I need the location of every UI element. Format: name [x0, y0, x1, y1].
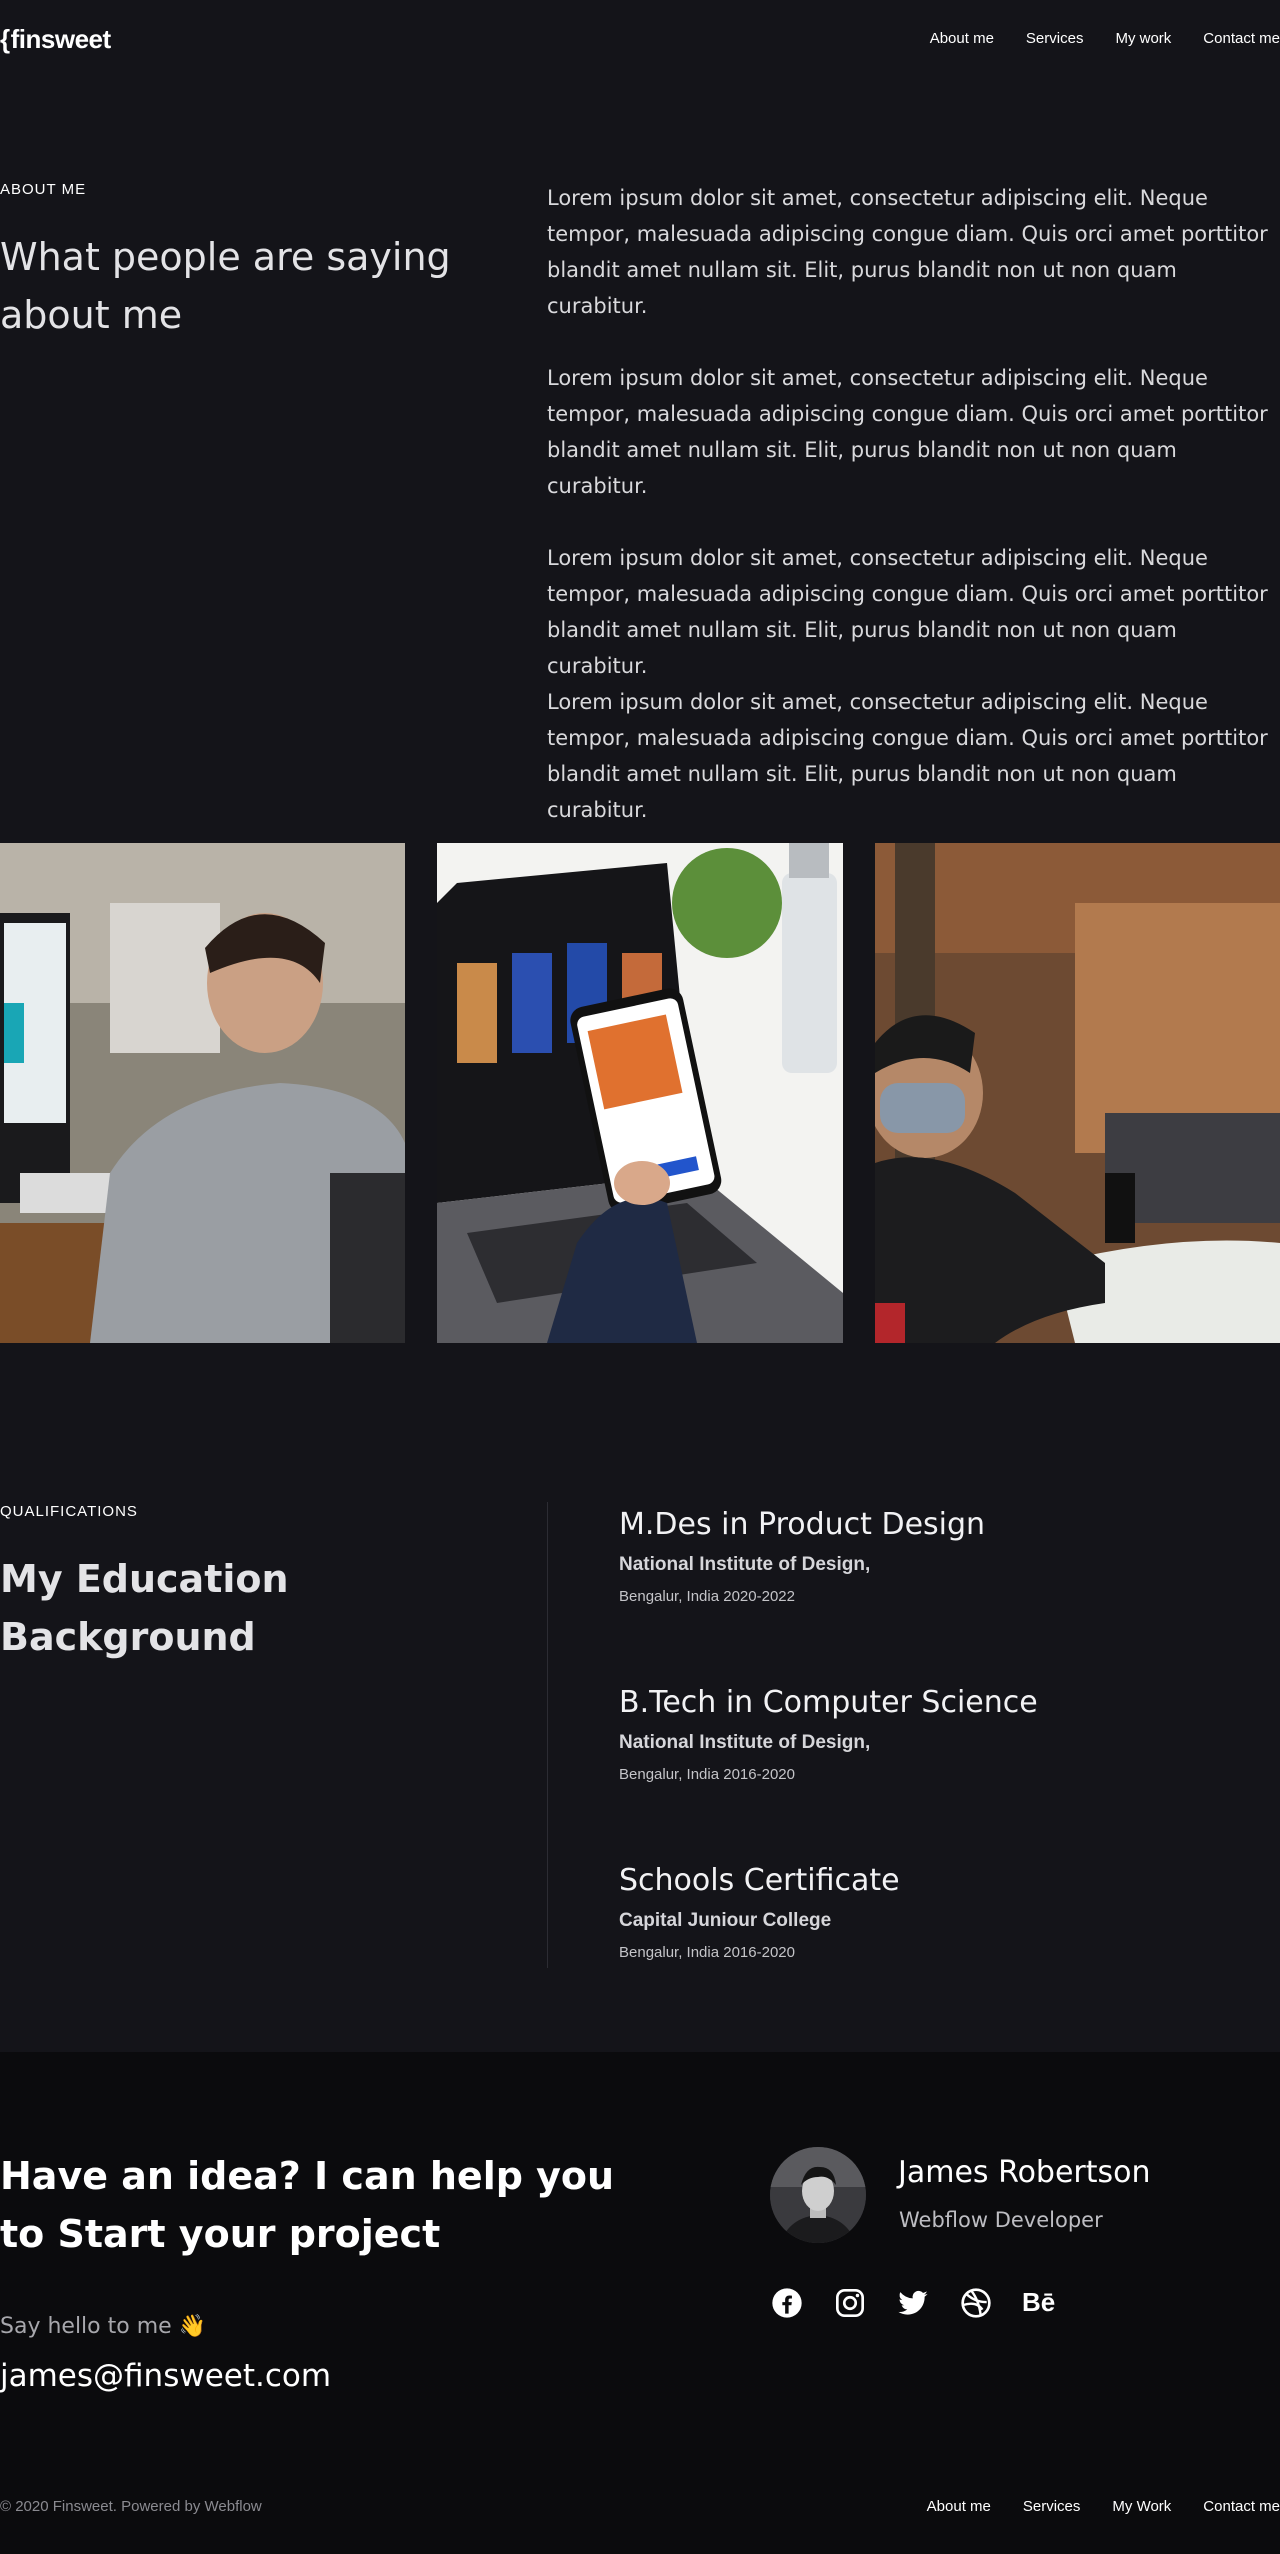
avatar [770, 2147, 866, 2243]
profile-role: Webflow Developer [899, 2208, 1103, 2232]
twitter-icon[interactable] [896, 2286, 929, 2319]
social-links: Bē [770, 2286, 1055, 2319]
photo-gallery [0, 843, 1280, 1343]
phone-and-laptop-photo [437, 843, 843, 1343]
education-item: B.Tech in Computer Science National Inst… [619, 1684, 1280, 1783]
nav-link-services[interactable]: Services [1026, 30, 1084, 47]
footer-link-my-work[interactable]: My Work [1112, 2498, 1171, 2515]
nav-link-contact[interactable]: Contact me [1203, 30, 1280, 47]
copyright-text: © 2020 Finsweet. Powered by Webflow [0, 2498, 262, 2515]
contact-cta: Have an idea? I can help you to Start yo… [0, 2154, 615, 2256]
about-body: Lorem ipsum dolor sit amet, consectetur … [547, 180, 1280, 828]
footer-link-contact[interactable]: Contact me [1203, 2498, 1280, 2515]
footer-links: About me Services My Work Contact me [927, 2498, 1280, 2515]
page: {finsweet About me Services My work Cont… [0, 0, 1280, 2554]
about-paragraph: Lorem ipsum dolor sit amet, consectetur … [547, 546, 1268, 678]
dribbble-icon[interactable] [959, 2286, 992, 2319]
profile-name: James Robertson [898, 2155, 1151, 2190]
say-hello-text: Say hello to me 👋 [0, 2314, 207, 2339]
about-paragraph: Lorem ipsum dolor sit amet, consectetur … [547, 366, 1268, 498]
about-paragraph: Lorem ipsum dolor sit amet, consectetur … [547, 690, 1268, 822]
education-item: M.Des in Product Design National Institu… [619, 1506, 1280, 1605]
education-degree: M.Des in Product Design [619, 1507, 986, 1542]
top-nav: {finsweet About me Services My work Cont… [0, 0, 1280, 84]
education-degree: Schools Certificate [619, 1863, 900, 1898]
education-degree: B.Tech in Computer Science [619, 1685, 1038, 1720]
education-institution: National Institute of Design, [619, 1732, 871, 1753]
education-meta: Bengalur, India 2020-2022 [619, 1588, 795, 1605]
nav-link-about[interactable]: About me [930, 30, 994, 47]
behance-icon[interactable]: Bē [1022, 2287, 1055, 2318]
instagram-icon[interactable] [833, 2286, 866, 2319]
nav-link-my-work[interactable]: My work [1115, 30, 1171, 47]
education-item: Schools Certificate Capital Juniour Coll… [619, 1862, 1280, 1961]
qualifications-eyebrow: QUALIFICATIONS [0, 1503, 138, 1520]
education-institution: Capital Juniour College [619, 1910, 832, 1931]
education-meta: Bengalur, India 2016-2020 [619, 1766, 795, 1783]
facebook-icon[interactable] [770, 2286, 803, 2319]
about-paragraph: Lorem ipsum dolor sit amet, consectetur … [547, 186, 1268, 318]
man-with-mask-at-laptop-photo [875, 843, 1280, 1343]
email-link[interactable]: james@finsweet.com [0, 2358, 331, 2394]
nav-links: About me Services My work Contact me [930, 30, 1280, 47]
logo[interactable]: {finsweet [0, 24, 111, 55]
logo-text: finsweet [10, 24, 112, 54]
qualifications-title: My Education Background [0, 1557, 289, 1659]
logo-brace-icon: { [0, 24, 10, 54]
education-institution: National Institute of Design, [619, 1554, 871, 1575]
footer-link-services[interactable]: Services [1023, 2498, 1081, 2515]
about-title: What people are saying about me [0, 235, 451, 337]
education-meta: Bengalur, India 2016-2020 [619, 1944, 795, 1961]
man-at-desktop-photo [0, 843, 405, 1343]
qualifications-divider [547, 1502, 548, 1968]
about-eyebrow: ABOUT ME [0, 181, 87, 198]
contact-section: Have an idea? I can help you to Start yo… [0, 2052, 1280, 2554]
footer-link-about[interactable]: About me [927, 2498, 991, 2515]
